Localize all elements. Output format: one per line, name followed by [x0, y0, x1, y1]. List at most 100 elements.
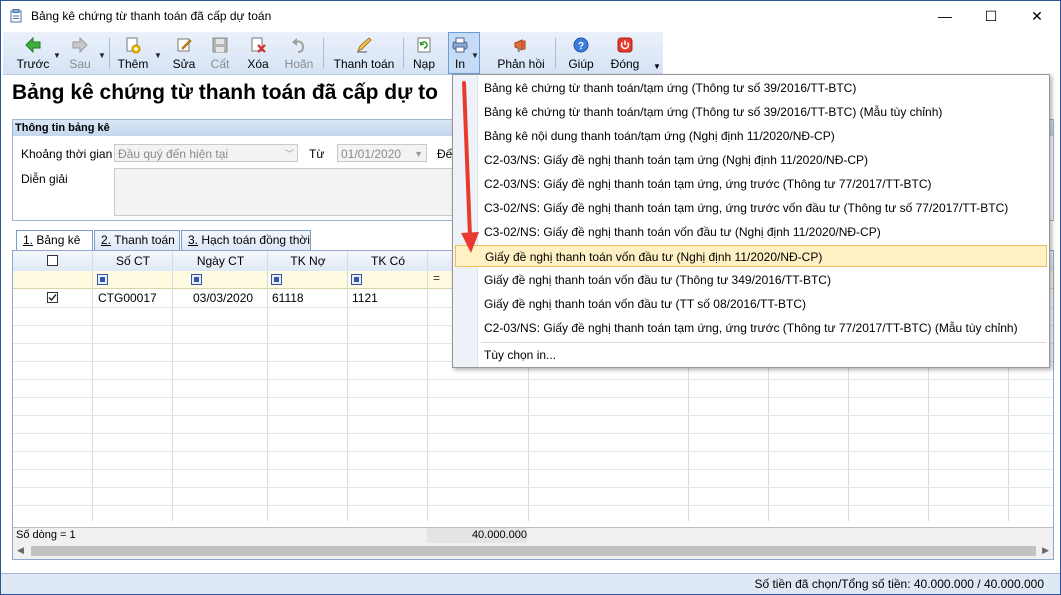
chevron-down-icon: ﹀ [284, 149, 294, 159]
scrollbar-thumb[interactable] [31, 546, 1036, 556]
print-menu-item[interactable]: C2-03/NS: Giấy đề nghị thanh toán tạm ứn… [478, 149, 1048, 171]
save-label: Cất [210, 57, 230, 71]
save-button[interactable]: Cất [205, 34, 235, 72]
cell-tk-no: 61118 [272, 291, 304, 305]
description-label: Diễn giải [21, 172, 68, 186]
period-value: Đầu quý đến hiện tại [118, 147, 229, 161]
tab-number: 3. [188, 233, 199, 247]
tab-bang-ke[interactable]: 1. Bảng kê [16, 230, 93, 251]
print-menu-item[interactable]: Bảng kê chứng từ thanh toán/tạm ứng (Thô… [478, 101, 1048, 123]
grid-line [13, 469, 1053, 470]
printer-icon [452, 37, 468, 53]
cell-so-ct: CTG00017 [98, 291, 157, 305]
print-label: In [454, 57, 465, 71]
prev-dropdown-icon[interactable]: ▼ [53, 51, 61, 60]
close-button[interactable]: ✕ [1014, 1, 1060, 31]
save-icon [212, 37, 228, 53]
grid-line [267, 251, 268, 521]
filter-icon[interactable] [351, 274, 362, 285]
print-dropdown-icon[interactable]: ▼ [471, 51, 479, 60]
arrow-left-icon [25, 36, 41, 54]
edit-button[interactable]: Sửa [167, 34, 201, 72]
print-menu-item[interactable]: C3-02/NS: Giấy đề nghị thanh toán tạm ứn… [478, 197, 1048, 219]
print-options-item[interactable]: Tùy chọn in... [478, 344, 1048, 366]
period-select[interactable]: Đầu quý đến hiện tại ﹀ [114, 144, 298, 162]
from-date-value: 01/01/2020 [341, 147, 402, 161]
window-title: Bảng kê chứng từ thanh toán đã cấp dự to… [31, 9, 272, 23]
filter-equals[interactable]: = [433, 271, 440, 285]
scroll-left-icon[interactable]: ◀ [17, 545, 24, 556]
delete-icon [251, 37, 266, 53]
close-form-button[interactable]: Đóng [605, 34, 645, 72]
column-tk-no[interactable]: TK Nợ [268, 251, 348, 271]
reload-button[interactable]: Nạp [409, 34, 439, 72]
grid-line [13, 505, 1053, 506]
next-button[interactable]: Sau [65, 34, 95, 72]
filter-icon[interactable] [97, 274, 108, 285]
print-menu-item[interactable]: C2-03/NS: Giấy đề nghị thanh toán tạm ứn… [478, 173, 1048, 195]
minimize-button[interactable]: — [922, 1, 968, 31]
app-icon [10, 9, 22, 23]
feedback-label: Phản hồi [497, 57, 545, 71]
print-menu-item[interactable]: C2-03/NS: Giấy đề nghị thanh toán tạm ứn… [478, 317, 1048, 339]
horizontal-scrollbar[interactable]: ◀ ▶ [13, 543, 1053, 559]
defer-button[interactable]: Hoãn [281, 34, 317, 72]
power-icon [617, 37, 633, 53]
grid-footer: Số dòng = 1 40.000.000 [13, 527, 1053, 543]
scroll-right-icon[interactable]: ▶ [1042, 545, 1049, 556]
toolbar-separator [403, 38, 404, 68]
reload-label: Nạp [412, 57, 435, 71]
toolbar-overflow-icon[interactable]: ▼ [653, 62, 661, 71]
column-so-ct[interactable]: Số CT [93, 251, 173, 271]
toolbar-separator [555, 38, 556, 68]
select-all-checkbox[interactable] [47, 255, 58, 266]
filter-icon[interactable] [271, 274, 282, 285]
add-document-icon [126, 37, 141, 54]
print-menu: Bảng kê chứng từ thanh toán/tạm ứng (Thô… [452, 74, 1050, 368]
print-menu-item-highlighted[interactable]: Giấy đề nghị thanh toán vốn đầu tư (Nghị… [455, 245, 1047, 267]
filter-icon[interactable] [191, 274, 202, 285]
print-menu-item[interactable]: Bảng kê chứng từ thanh toán/tạm ứng (Thô… [478, 77, 1048, 99]
maximize-icon: ☐ [984, 7, 998, 24]
print-menu-item[interactable]: Giấy đề nghị thanh toán vốn đầu tư (Thôn… [478, 269, 1048, 291]
edit-label: Sửa [172, 57, 196, 71]
payment-button[interactable]: Thanh toán [331, 34, 397, 72]
period-label: Khoảng thời gian [21, 147, 113, 161]
help-icon: ? [573, 37, 589, 53]
toolbar-separator [323, 38, 324, 68]
calendar-dropdown-icon: ▼ [414, 149, 423, 159]
page-title: Bảng kê chứng từ thanh toán đã cấp dự to [12, 81, 438, 104]
from-date-input[interactable]: 01/01/2020 ▼ [337, 144, 427, 162]
print-menu-item[interactable]: Giấy đề nghị thanh toán vốn đầu tư (TT s… [478, 293, 1048, 315]
menu-icon-strip [453, 75, 478, 367]
feedback-button[interactable]: Phản hồi [491, 34, 551, 72]
toolbar-separator [109, 38, 110, 68]
print-button[interactable]: In ▼ [448, 32, 480, 74]
total-amount: 40.000.000 [427, 528, 527, 543]
megaphone-icon [514, 39, 526, 52]
column-tk-co[interactable]: TK Có [348, 251, 428, 271]
grid-line [92, 251, 93, 521]
print-menu-item[interactable]: Bảng kê nội dung thanh toán/tạm ứng (Ngh… [478, 125, 1048, 147]
tab-label: Thanh toán [114, 233, 175, 247]
add-button[interactable]: Thêm [115, 34, 151, 72]
tab-hach-toan[interactable]: 3. Hạch toán đồng thời [181, 230, 311, 250]
maximize-button[interactable]: ☐ [968, 1, 1014, 31]
delete-label: Xóa [247, 57, 269, 71]
add-dropdown-icon[interactable]: ▼ [154, 51, 162, 60]
delete-button[interactable]: Xóa [241, 34, 275, 72]
prev-label: Trước [16, 57, 50, 71]
close-form-label: Đóng [610, 57, 640, 71]
menu-separator [481, 342, 1046, 343]
row-checkbox[interactable] [47, 292, 58, 303]
print-menu-item[interactable]: C3-02/NS: Giấy đề nghị thanh toán vốn đầ… [478, 221, 1048, 243]
description-input[interactable] [114, 168, 454, 216]
edit-icon [177, 38, 192, 52]
close-icon: ✕ [1031, 7, 1043, 24]
next-dropdown-icon[interactable]: ▼ [98, 51, 106, 60]
help-button[interactable]: ? Giúp [563, 34, 599, 72]
tab-thanh-toan[interactable]: 2. Thanh toán [94, 230, 180, 250]
title-bar: Bảng kê chứng từ thanh toán đã cấp dự to… [1, 1, 1060, 31]
column-ngay-ct[interactable]: Ngày CT [173, 251, 268, 271]
prev-button[interactable]: Trước [15, 34, 51, 72]
